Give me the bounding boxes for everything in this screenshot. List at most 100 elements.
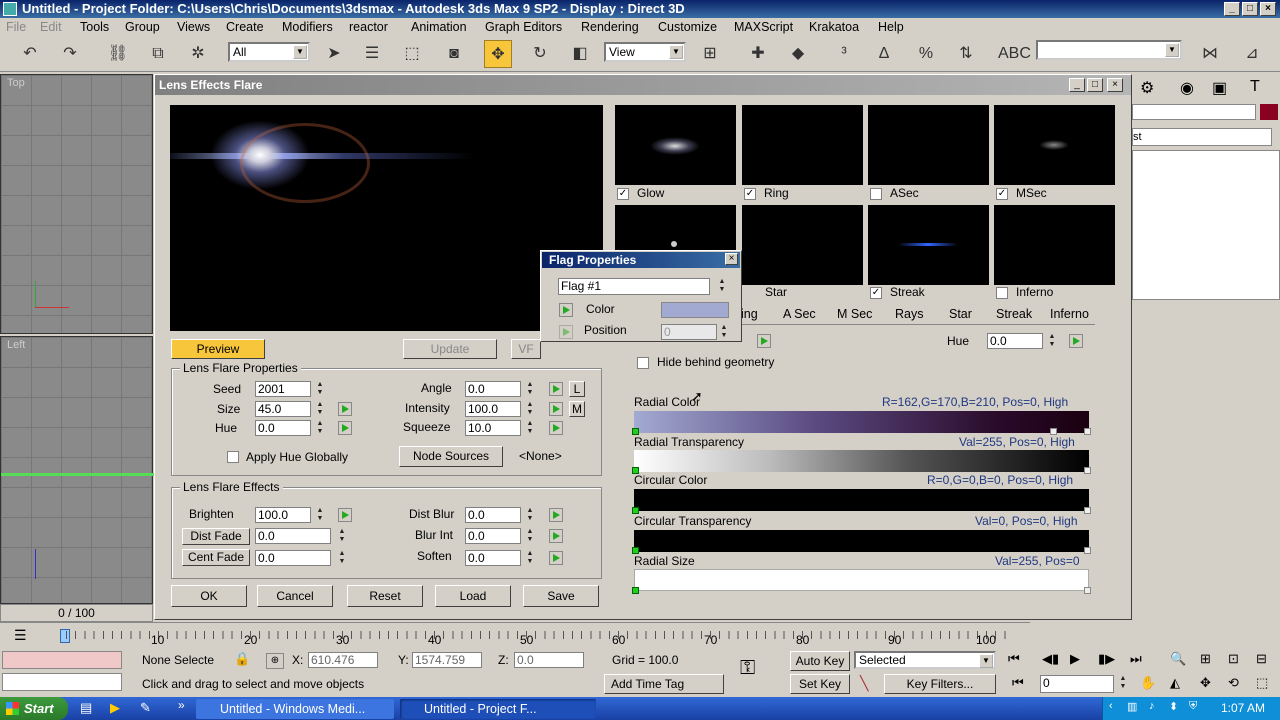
auto-key-button[interactable]: Auto Key xyxy=(790,651,850,671)
load-button[interactable]: Load xyxy=(435,585,511,607)
move-icon[interactable]: ✥ xyxy=(484,40,512,68)
z-coord-field[interactable]: 0.0 xyxy=(514,652,584,668)
select-by-name-icon[interactable]: ☰ xyxy=(358,40,386,68)
radial-color-flag-mid[interactable] xyxy=(1050,428,1057,435)
circular-transparency-flag-end[interactable] xyxy=(1084,547,1091,554)
dist-fade-button[interactable]: Dist Fade xyxy=(182,528,250,545)
maximize-button[interactable]: □ xyxy=(1242,2,1258,16)
play-icon[interactable]: ▶ xyxy=(1070,651,1080,667)
menu-views[interactable]: Views xyxy=(177,18,210,36)
viewport-top[interactable]: Top xyxy=(0,74,153,334)
go-to-start-icon[interactable]: ⏮ xyxy=(1008,651,1020,667)
reference-coordinate-dropdown[interactable]: View ▼ xyxy=(604,42,686,62)
node-sources-button[interactable]: Node Sources xyxy=(399,446,503,467)
maxscript-input[interactable] xyxy=(2,673,122,691)
menu-animation[interactable]: Animation xyxy=(411,18,467,36)
modifier-list-dropdown[interactable]: st xyxy=(1132,128,1272,146)
glow-thumbnail[interactable] xyxy=(615,105,736,185)
size-anim-icon[interactable] xyxy=(338,402,352,416)
radial-color-flag[interactable] xyxy=(632,428,639,435)
dialog-minimize-button[interactable]: _ xyxy=(1069,78,1085,92)
angle-snap-icon[interactable]: ∆ xyxy=(870,40,898,68)
radial-size-flag[interactable] xyxy=(632,587,639,594)
object-name-field[interactable] xyxy=(1132,104,1256,120)
tab-inferno[interactable]: Inferno xyxy=(1050,307,1089,321)
mirror-icon[interactable]: ⋈ xyxy=(1196,40,1224,68)
y-coord-field[interactable]: 1574.759 xyxy=(412,652,482,668)
menu-graph-editors[interactable]: Graph Editors xyxy=(485,18,562,36)
flag-position-arrows[interactable]: ▲ ▼ xyxy=(719,324,729,340)
object-color-swatch[interactable] xyxy=(1260,104,1278,120)
inferno-checkbox[interactable] xyxy=(996,287,1008,299)
brighten-arrows[interactable]: ▲ ▼ xyxy=(315,507,325,523)
menu-tools[interactable]: Tools xyxy=(80,18,109,36)
hide-behind-checkbox[interactable] xyxy=(637,357,649,369)
brighten-anim-icon[interactable] xyxy=(338,508,352,522)
lens-hue-anim-icon[interactable] xyxy=(338,421,352,435)
radial-transparency-gradient[interactable] xyxy=(634,450,1089,472)
menu-create[interactable]: Create xyxy=(226,18,264,36)
intensity-arrows[interactable]: ▲ ▼ xyxy=(525,401,535,417)
rectangle-selection-icon[interactable]: ⬚ xyxy=(398,40,426,68)
squeeze-spinner[interactable]: 10.0 xyxy=(465,420,521,436)
tab-ring[interactable]: ing xyxy=(741,307,758,321)
media-player-quicklaunch-icon[interactable]: ▶ xyxy=(110,700,120,716)
pan-icon[interactable]: ✥ xyxy=(1200,675,1211,691)
glow-checkbox[interactable]: ✓ xyxy=(617,188,629,200)
cent-fade-button[interactable]: Cent Fade xyxy=(182,549,250,566)
manipulate-icon[interactable]: ✚ xyxy=(744,40,772,68)
menu-group[interactable]: Group xyxy=(125,18,160,36)
tab-streak[interactable]: Streak xyxy=(996,307,1032,321)
orbit-icon[interactable]: ◭ xyxy=(1170,675,1180,691)
modifier-stack[interactable] xyxy=(1132,150,1280,300)
x-coord-field[interactable]: 610.476 xyxy=(308,652,378,668)
dist-blur-anim-icon[interactable] xyxy=(549,508,563,522)
close-button[interactable]: × xyxy=(1260,2,1276,16)
time-slider[interactable]: 0 / 100 xyxy=(0,604,153,622)
flag-position-spinner[interactable]: 0 xyxy=(661,324,717,340)
tray-collapse-icon[interactable]: ‹ xyxy=(1109,700,1113,712)
tab-rays[interactable]: Rays xyxy=(895,307,923,321)
lens-hue-arrows[interactable]: ▲ ▼ xyxy=(315,420,325,436)
preview-button[interactable]: Preview xyxy=(171,339,265,359)
asec-checkbox[interactable] xyxy=(870,188,882,200)
undo-icon[interactable]: ↶ xyxy=(16,40,44,68)
menu-help[interactable]: Help xyxy=(878,18,904,36)
asec-thumbnail[interactable] xyxy=(868,105,989,185)
blur-int-arrows[interactable]: ▲ ▼ xyxy=(525,528,535,544)
inferno-thumbnail[interactable] xyxy=(994,205,1115,285)
radial-color-gradient[interactable] xyxy=(634,411,1089,433)
streak-thumbnail[interactable] xyxy=(868,205,989,285)
menu-maxscript[interactable]: MAXScript xyxy=(734,18,793,36)
minimize-button[interactable]: _ xyxy=(1224,2,1240,16)
unlink-icon[interactable]: ⧉ xyxy=(144,40,172,68)
menu-modifiers[interactable]: Modifiers xyxy=(282,18,333,36)
update-button[interactable]: Update xyxy=(403,339,497,359)
tray-security-icon[interactable]: ⛨ xyxy=(1189,700,1197,713)
cancel-button[interactable]: Cancel xyxy=(257,585,333,607)
ring-thumbnail[interactable] xyxy=(742,105,863,185)
circular-color-flag-end[interactable] xyxy=(1084,507,1091,514)
bind-spacewarp-icon[interactable]: ✲ xyxy=(184,40,212,68)
key-icon[interactable]: ⚿ xyxy=(740,657,755,680)
angle-anim-icon[interactable] xyxy=(549,382,563,396)
menu-edit[interactable]: Edit xyxy=(40,18,62,36)
dist-fade-arrows[interactable]: ▲ ▼ xyxy=(337,528,347,544)
intensity-m-button[interactable]: M xyxy=(569,401,585,417)
vf-button[interactable]: VF xyxy=(511,339,541,359)
dist-fade-spinner[interactable]: 0.0 xyxy=(255,528,331,544)
current-frame-field[interactable]: 0 xyxy=(1040,675,1114,693)
key-filter-icon[interactable]: ╲ xyxy=(860,675,868,692)
tray-network-icon[interactable]: ▥ xyxy=(1127,700,1137,713)
time-config-icon[interactable]: ✋ xyxy=(1140,675,1156,691)
link-icon[interactable]: ⛓ xyxy=(104,40,132,68)
anim-toggle-icon[interactable] xyxy=(757,334,771,348)
menu-rendering[interactable]: Rendering xyxy=(581,18,639,36)
ok-button[interactable]: OK xyxy=(171,585,247,607)
zoom-extents-icon[interactable]: ⊡ xyxy=(1228,651,1239,667)
size-arrows[interactable]: ▲ ▼ xyxy=(315,401,325,417)
keyboard-shortcut-icon[interactable]: ◆ xyxy=(784,40,812,68)
msec-thumbnail[interactable] xyxy=(994,105,1115,185)
cent-fade-arrows[interactable]: ▲ ▼ xyxy=(337,550,347,566)
tray-volume-icon[interactable]: ♪ xyxy=(1149,700,1155,712)
